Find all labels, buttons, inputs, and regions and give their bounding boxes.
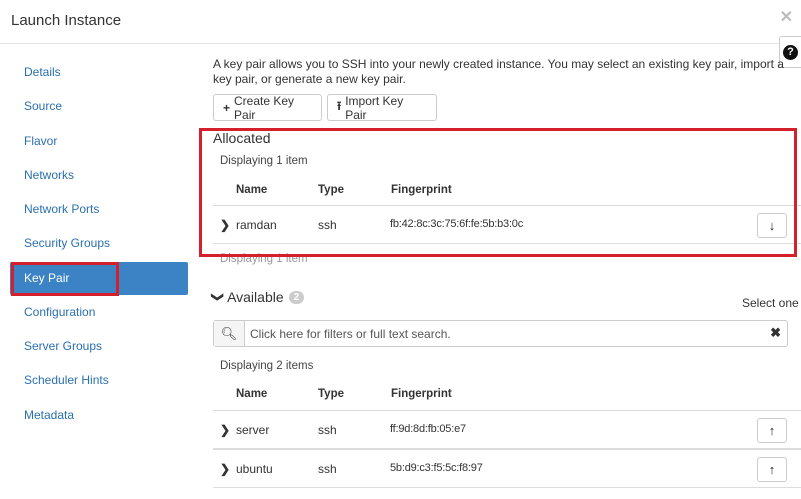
nav-item-scheduler-hints[interactable]: Scheduler Hints	[10, 364, 188, 397]
key-fingerprint: fb:42:8c:3c:75:6f:fe:5b:b3:0c	[390, 218, 524, 230]
allocated-col-name[interactable]: Name	[236, 184, 267, 196]
available-col-fingerprint[interactable]: Fingerprint	[391, 388, 452, 400]
available-col-type[interactable]: Type	[318, 388, 344, 400]
allocated-footer-count: Displaying 1 item	[220, 253, 308, 265]
nav-item-networks[interactable]: Networks	[10, 159, 188, 192]
chevron-right-icon[interactable]: ❯	[220, 462, 230, 476]
create-key-pair-button[interactable]: + Create Key Pair	[213, 93, 322, 122]
upload-icon: ⭱	[337, 99, 342, 113]
allocated-col-fingerprint[interactable]: Fingerprint	[391, 184, 452, 196]
deallocate-button[interactable]: ↓	[757, 213, 787, 238]
available-count-badge: 2	[288, 290, 305, 304]
import-key-pair-button[interactable]: ⭱ Import Key Pair	[327, 93, 437, 122]
search-icon: 🔍︎	[214, 321, 245, 346]
key-name: server	[236, 423, 270, 437]
chevron-right-icon[interactable]: ❯	[220, 218, 230, 232]
key-pair-panel: A key pair allows you to SSH into your n…	[211, 0, 801, 499]
modal-title: Launch Instance	[11, 12, 122, 29]
allocate-button[interactable]: ↑	[757, 457, 787, 482]
available-count-text: Displaying 2 items	[220, 360, 314, 372]
select-one-hint: Select one	[742, 296, 799, 310]
chevron-down-icon: ❯	[211, 291, 226, 303]
clear-icon[interactable]: ✖	[770, 325, 781, 341]
key-type: ssh	[318, 423, 337, 437]
nav-item-source[interactable]: Source	[10, 90, 188, 123]
redaction-mask	[540, 216, 640, 234]
allocated-count-text: Displaying 1 item	[220, 155, 308, 167]
table-row: ❯ ubuntu ssh 5b:d9:c3:f5:5c:f8:97 ↑	[213, 449, 801, 488]
nav-item-configuration[interactable]: Configuration	[10, 296, 188, 329]
nav-item-network-ports[interactable]: Network Ports	[10, 193, 188, 226]
nav-item-security-groups[interactable]: Security Groups	[10, 227, 188, 260]
nav-item-flavor[interactable]: Flavor	[10, 125, 188, 158]
intro-text: A key pair allows you to SSH into your n…	[213, 57, 784, 86]
available-title: Available	[227, 289, 284, 305]
chevron-right-icon[interactable]: ❯	[220, 423, 230, 437]
table-row: ❯ server ssh ff:9d:8d:fb:05:e7 ↑	[213, 410, 801, 449]
key-type: ssh	[318, 462, 337, 476]
allocated-col-type[interactable]: Type	[318, 184, 344, 196]
search-bar: 🔍︎ ✖	[213, 320, 788, 347]
key-type: ssh	[318, 218, 337, 232]
nav-item-key-pair[interactable]: Key Pair	[10, 262, 188, 295]
import-key-pair-label: Import Key Pair	[345, 93, 404, 122]
key-fingerprint: ff:9d:8d:fb:05:e7	[390, 423, 466, 435]
nav-item-details[interactable]: Details	[10, 56, 188, 89]
key-name: ubuntu	[236, 462, 273, 476]
allocated-title: Allocated	[213, 130, 271, 146]
nav-item-metadata[interactable]: Metadata	[10, 399, 188, 432]
key-fingerprint: 5b:d9:c3:f5:5c:f8:97	[390, 462, 483, 474]
search-input[interactable]	[250, 325, 750, 342]
available-col-name[interactable]: Name	[236, 388, 267, 400]
plus-icon: +	[223, 100, 231, 115]
available-toggle[interactable]: ❯ Available 2	[211, 289, 305, 305]
redaction-mask	[513, 460, 643, 478]
allocate-button[interactable]: ↑	[757, 418, 787, 443]
table-row: ❯ ramdan ssh fb:42:8c:3c:75:6f:fe:5b:b3:…	[213, 205, 801, 244]
redaction-mask	[503, 421, 623, 439]
key-name: ramdan	[236, 218, 277, 232]
create-key-pair-label: Create Key Pair	[234, 93, 295, 122]
nav-item-server-groups[interactable]: Server Groups	[10, 330, 188, 363]
